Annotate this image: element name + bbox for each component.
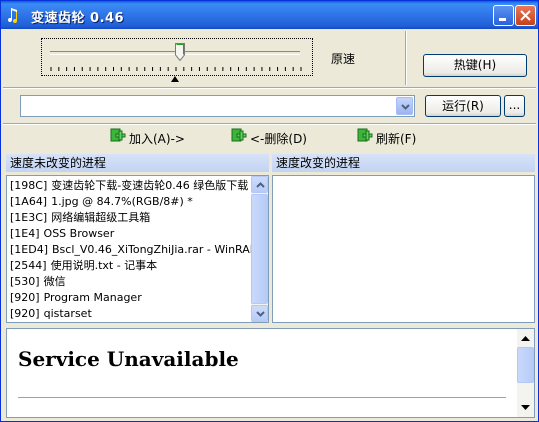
add-label: 加入(A)-> — [129, 132, 185, 146]
remove-button[interactable]: <-删除(D) — [229, 127, 309, 147]
remove-icon — [231, 128, 247, 142]
remove-label: <-删除(D) — [250, 132, 307, 146]
changed-process-list[interactable] — [272, 175, 535, 323]
divider — [3, 123, 536, 125]
horizontal-rule — [18, 397, 506, 398]
minimize-button[interactable] — [493, 5, 514, 26]
close-icon — [520, 10, 531, 21]
process-id: [1A64] — [10, 195, 48, 208]
page-heading: Service Unavailable — [18, 347, 239, 371]
add-button[interactable]: 加入(A)-> — [108, 127, 188, 147]
process-id: [920] — [10, 291, 40, 304]
chevron-down-icon — [401, 104, 410, 110]
divider — [3, 87, 536, 89]
scroll-thumb[interactable] — [251, 194, 268, 304]
list-item[interactable]: [1A64] 1.jpg @ 84.7%(RGB/8#) * — [10, 194, 193, 210]
refresh-button[interactable]: 刷新(F) — [355, 127, 425, 147]
gear-app-icon — [8, 8, 17, 23]
slider-thumb[interactable] — [175, 43, 185, 61]
process-name: Program Manager — [43, 291, 142, 304]
close-button[interactable] — [515, 5, 536, 26]
process-id: [2544] — [10, 259, 47, 272]
unchanged-process-list[interactable]: [198C] 变速齿轮下载-变速齿轮0.46 绿色版下载 [1A64] 1.jpg @… — [6, 175, 269, 323]
chevron-up-icon — [256, 182, 265, 188]
process-name: 使用说明.txt - 记事本 — [50, 259, 158, 272]
list-item[interactable]: [1E4] OSS Browser — [10, 226, 114, 242]
process-name: qistarset — [43, 307, 92, 320]
run-button[interactable]: 运行(R) — [425, 95, 501, 117]
combo-dropdown-button[interactable] — [396, 97, 413, 115]
divider — [405, 31, 407, 85]
list-item[interactable]: [198C] 变速齿轮下载-变速齿轮0.46 绿色版下载 — [10, 178, 248, 194]
list-item[interactable]: [920] Program Manager — [10, 290, 142, 306]
browser-scrollbar[interactable] — [517, 329, 534, 417]
scroll-thumb[interactable] — [517, 347, 534, 383]
title-bar[interactable]: 变速齿轮 0.46 — [1, 1, 538, 29]
changed-list-header: 速度改变的进程 — [272, 154, 535, 172]
scroll-up-arrow-icon[interactable] — [521, 335, 530, 341]
process-id: [920] — [10, 307, 40, 320]
unchanged-list-header: 速度未改变的进程 — [6, 154, 269, 172]
refresh-icon — [357, 128, 373, 142]
scroll-up-button[interactable] — [251, 176, 268, 193]
process-id: [1E4] — [10, 227, 40, 240]
process-id: [198C] — [10, 179, 48, 192]
list-item[interactable]: [1E3C] 网络编辑超级工具箱 — [10, 210, 150, 226]
process-name: Bscl_V0.46_XiTongZhiJia.rar - WinRAR — [52, 243, 258, 256]
process-name: 变速齿轮下载-变速齿轮0.46 绿色版下载 — [51, 179, 249, 192]
browse-button[interactable]: ... — [504, 95, 525, 117]
process-name: 微信 — [43, 275, 66, 288]
speed-label: 原速 — [331, 52, 356, 66]
process-id: [530] — [10, 275, 40, 288]
scroll-down-button[interactable] — [251, 305, 268, 322]
process-id: [1E3C] — [10, 211, 48, 224]
process-name: 1.jpg @ 84.7%(RGB/8#) * — [51, 195, 193, 208]
minimize-icon — [499, 18, 506, 21]
app-window: 变速齿轮 0.46 原速 热键(H) 运行(R) ... 加入(A)-> <-删… — [0, 0, 539, 422]
window-title: 变速齿轮 0.46 — [31, 11, 125, 26]
speed-panel: 原速 热键(H) — [3, 29, 536, 87]
list-item[interactable]: [530] 微信 — [10, 274, 66, 290]
chevron-down-icon — [256, 311, 265, 317]
process-id: [1ED4] — [10, 243, 49, 256]
list-scrollbar[interactable] — [251, 176, 268, 322]
scroll-down-arrow-icon[interactable] — [521, 405, 530, 411]
list-item[interactable]: [1ED4] Bscl_V0.46_XiTongZhiJia.rar - WinR… — [10, 242, 257, 258]
browser-panel[interactable]: Service Unavailable — [6, 328, 535, 418]
refresh-label: 刷新(F) — [376, 132, 417, 146]
center-marker-icon — [171, 76, 179, 82]
speed-slider[interactable] — [41, 38, 313, 76]
list-item[interactable]: [2544] 使用说明.txt - 记事本 — [10, 258, 157, 274]
process-combo[interactable] — [20, 95, 415, 117]
add-icon — [110, 128, 126, 142]
list-item[interactable]: [920] qistarset — [10, 306, 92, 322]
process-name: 网络编辑超级工具箱 — [51, 211, 151, 224]
process-name: OSS Browser — [43, 227, 115, 240]
slider-ticks — [50, 67, 302, 71]
hotkey-button[interactable]: 热键(H) — [423, 54, 527, 77]
